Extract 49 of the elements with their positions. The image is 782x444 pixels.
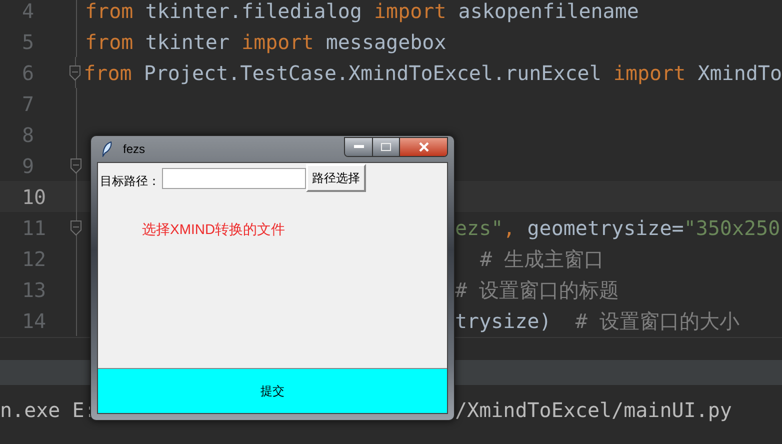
line-number: 11 <box>22 214 46 242</box>
close-button[interactable] <box>400 138 447 156</box>
path-field[interactable] <box>162 168 306 189</box>
code-token: # 生成主窗口 <box>480 246 604 272</box>
code-token: # 设置窗口的标题 <box>455 276 620 304</box>
fold-icon[interactable] <box>68 65 81 81</box>
line-number: 4 <box>22 0 34 24</box>
code-token: "350x250 <box>684 214 780 242</box>
code-token: from <box>84 60 132 86</box>
window-title: fezs <box>123 141 146 158</box>
code-token: tkinter.filedialog <box>144 0 363 24</box>
line-number: 8 <box>22 122 34 148</box>
feather-icon <box>101 141 113 157</box>
code-token: ezs" <box>455 214 504 242</box>
minimize-icon <box>354 145 364 149</box>
line-number: 5 <box>22 28 34 56</box>
line-number: 7 <box>22 90 34 118</box>
code-token: , <box>503 214 516 242</box>
line-number: 6 <box>22 60 34 86</box>
code-token: # 设置窗口的大小 <box>574 308 740 334</box>
code-token: import <box>242 28 314 56</box>
code-token: XmindTo <box>696 60 782 86</box>
line-number: 9 <box>22 152 34 180</box>
code-token: askopenfilename <box>457 0 639 24</box>
code-token: from <box>85 0 134 24</box>
line-number: 14 <box>22 308 46 334</box>
code-token: = <box>672 214 684 242</box>
line-number: 13 <box>22 276 46 304</box>
maximize-icon <box>381 143 391 151</box>
console-text: /XmindToExcel/mainUI.py <box>455 397 732 424</box>
fold-icon[interactable] <box>70 158 82 174</box>
browse-button[interactable]: 路径选择 <box>306 164 366 192</box>
code-token: trysize) <box>455 308 552 334</box>
code-token: geometrysize <box>527 214 672 242</box>
code-token: tkinter <box>144 28 230 56</box>
line-number: 10 <box>22 184 46 210</box>
minimize-button[interactable] <box>345 138 373 156</box>
path-label: 目标路径： <box>100 173 160 190</box>
maximize-button[interactable] <box>373 138 400 156</box>
submit-button[interactable]: 提交 <box>98 368 447 413</box>
hint-text: 选择XMIND转换的文件 <box>142 220 286 239</box>
line-number: 12 <box>22 246 46 272</box>
code-token: import <box>613 60 686 86</box>
code-token: from <box>85 28 134 56</box>
code-token: Project.TestCase.XmindToExcel.runExcel <box>142 60 602 86</box>
code-token: messagebox <box>324 28 446 56</box>
fold-icon[interactable] <box>70 220 82 236</box>
code-token: import <box>374 0 446 24</box>
close-icon <box>418 142 428 152</box>
